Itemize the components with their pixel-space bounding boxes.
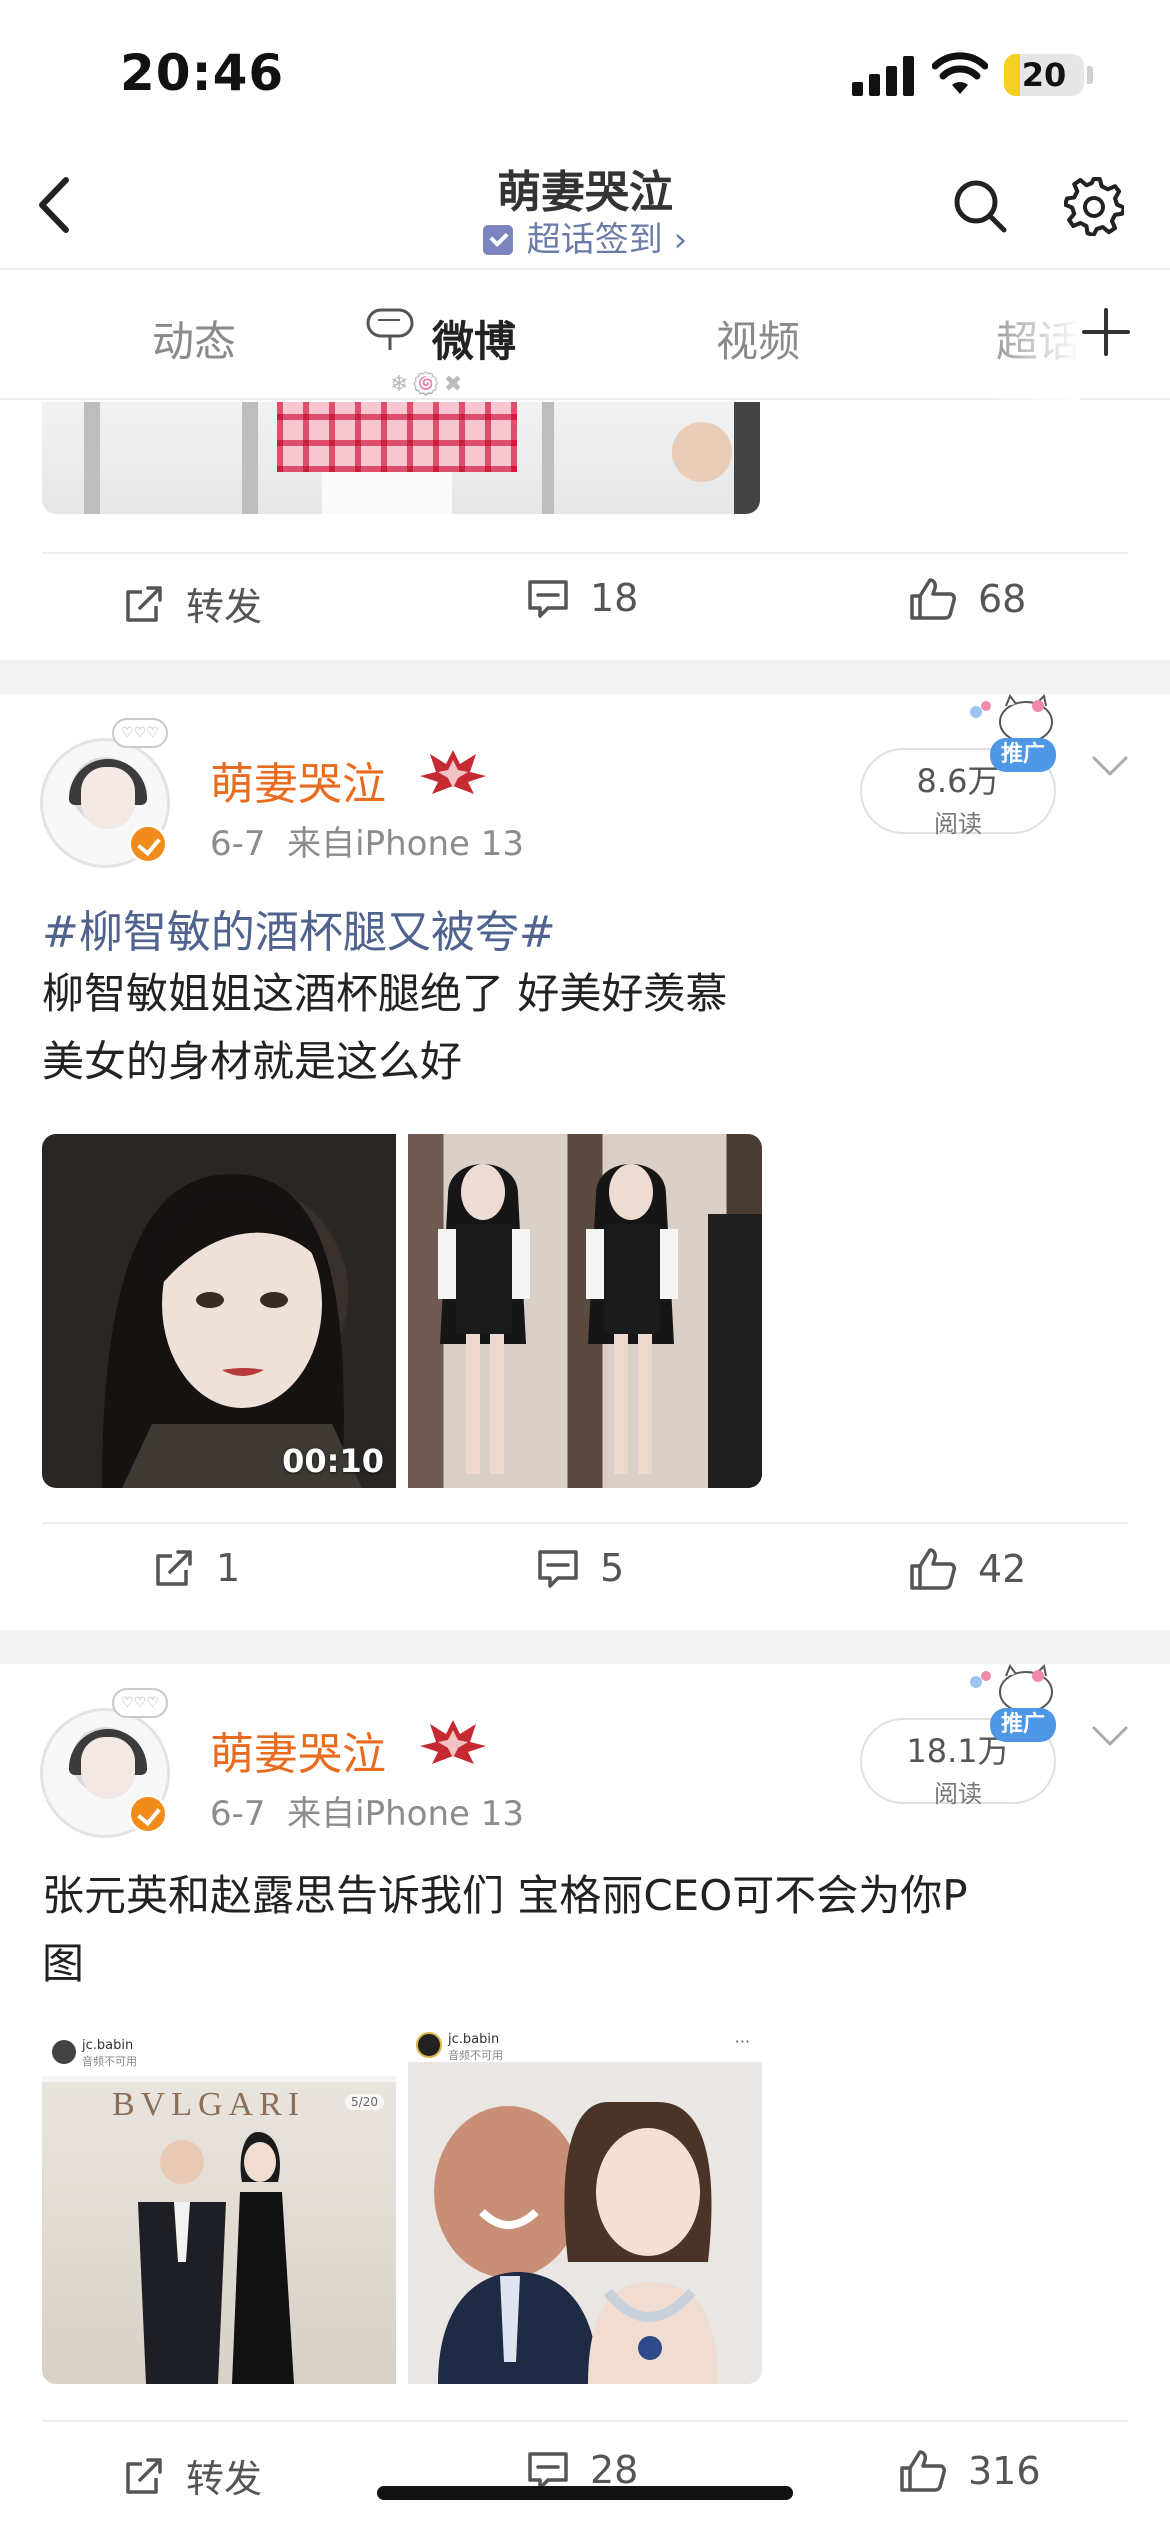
repost-label: 转发 (186, 585, 263, 629)
repost-label: 转发 (186, 2457, 263, 2501)
status-bar: 20:46 20 (0, 0, 1170, 150)
post-date: 6-7 (210, 824, 266, 864)
repost-button[interactable]: 转发 (122, 576, 262, 631)
repost-button[interactable]: 1 (152, 1546, 240, 1590)
verified-badge-icon (128, 1794, 168, 1834)
like-button[interactable]: 42 (908, 1546, 1026, 1592)
video-duration: 00:10 (282, 1442, 384, 1480)
avatar-decoration: ♡♡♡ (112, 718, 168, 748)
post-separator (0, 660, 1170, 694)
repost-count: 1 (216, 1546, 241, 1590)
battery-icon: 20 (1004, 54, 1084, 96)
tab-video[interactable]: 视频 (716, 308, 800, 369)
username[interactable]: 萌妻哭泣 (210, 748, 386, 812)
repost-icon (126, 585, 162, 622)
rank-badge-icon (420, 750, 486, 794)
comment-icon (528, 580, 568, 618)
thumbs-up-icon (910, 578, 956, 620)
promo-tag: 推广 (990, 738, 1056, 772)
post-date: 6-7 (210, 1794, 266, 1834)
chevron-down-icon[interactable] (1088, 750, 1132, 780)
tab-fade (980, 272, 1080, 400)
image-header: jc.babin 音频不可用 (448, 2032, 503, 2063)
image-account: jc.babin (448, 2032, 500, 2047)
post-image[interactable]: jc.babin 音频不可用 ··· (408, 2032, 762, 2384)
post-separator (0, 1630, 1170, 1664)
home-indicator[interactable] (377, 2486, 793, 2500)
gear-icon[interactable] (1064, 176, 1124, 236)
checkin-label: 超话签到 (526, 220, 663, 260)
read-label: 阅读 (934, 810, 982, 838)
event-illustration (138, 2132, 294, 2384)
post-image-partial[interactable] (42, 402, 760, 514)
image-caption: 音频不可用 (448, 2049, 503, 2062)
like-count: 68 (978, 577, 1027, 621)
rank-badge-icon (420, 1720, 486, 1764)
outfit-illustration (438, 1164, 762, 1488)
status-time: 20:46 (120, 44, 285, 102)
post-meta: 6-7 来自iPhone 13 (210, 816, 524, 865)
post-image[interactable] (408, 1134, 762, 1488)
like-button[interactable]: 68 (908, 576, 1026, 622)
cellular-signal-icon (852, 56, 914, 96)
post-image[interactable]: jc.babin 音频不可用 BVLGARI 5/20 (42, 2032, 396, 2384)
post-text-line: 美女的身材就是这么好 (42, 1037, 463, 1086)
divider (42, 552, 1128, 554)
avatar-decoration: ♡♡♡ (112, 1688, 168, 1718)
read-label: 阅读 (934, 1780, 982, 1808)
video-thumbnail[interactable]: 00:10 (42, 1134, 396, 1488)
image-account-avatar (416, 2032, 442, 2058)
wifi-icon (932, 52, 988, 94)
battery-level: 20 (1021, 56, 1067, 94)
username[interactable]: 萌妻哭泣 (210, 1718, 386, 1782)
selfie-illustration (408, 2062, 762, 2384)
promo-tag: 推广 (990, 1708, 1056, 1742)
tab-feed[interactable]: 动态 (152, 308, 236, 369)
thumbs-up-icon (900, 2450, 946, 2492)
comment-count: 18 (590, 576, 639, 620)
tab-weibo[interactable]: 微博 (432, 308, 516, 369)
repost-icon (156, 1550, 192, 1586)
thumbs-up-icon (910, 1548, 956, 1590)
comment-button[interactable]: 18 (526, 576, 638, 620)
divider (42, 1522, 1128, 1524)
comment-count: 5 (600, 1546, 625, 1590)
chevron-right-icon: › (673, 220, 688, 260)
search-icon[interactable] (950, 176, 1010, 236)
post-meta: 6-7 来自iPhone 13 (210, 1786, 524, 1835)
verified-badge-icon (128, 824, 168, 864)
topic-hashtag[interactable]: #柳智敏的酒杯腿又被夸# (42, 896, 556, 960)
calendar-check-icon (482, 225, 513, 255)
portrait-illustration (102, 1174, 362, 1488)
mailbox-sticker-icon (366, 308, 414, 350)
post-text-line: 张元英和赵露思告诉我们 宝格丽CEO可不会为你P (42, 1871, 968, 1920)
battery-tip (1087, 66, 1093, 84)
plus-icon[interactable] (1080, 306, 1132, 358)
chevron-down-icon[interactable] (1088, 1720, 1132, 1750)
like-count: 316 (968, 2449, 1041, 2493)
divider (42, 2420, 1128, 2422)
comment-button[interactable]: 5 (536, 1546, 624, 1590)
tab-decoration: ❄🍥✖ (390, 372, 467, 397)
comment-icon (538, 1550, 578, 1588)
post-text: 柳智敏姐姐这酒杯腿绝了 好美好羡慕 美女的身材就是这么好 (42, 960, 727, 1096)
like-count: 42 (978, 1547, 1027, 1591)
post-text: 张元英和赵露思告诉我们 宝格丽CEO可不会为你P 图 (42, 1862, 968, 1998)
tab-bar: 动态 微博 ❄🍥✖ 视频 超话 (0, 272, 1170, 400)
post-source: 来自iPhone 13 (287, 824, 525, 864)
like-button[interactable]: 316 (898, 2448, 1041, 2494)
more-icon: ··· (734, 2032, 750, 2051)
post-source: 来自iPhone 13 (287, 1794, 525, 1834)
post-text-line: 柳智敏姐姐这酒杯腿绝了 好美好羡慕 (42, 969, 728, 1018)
post-text-line: 图 (42, 1939, 85, 1988)
repost-icon (126, 2457, 162, 2494)
nav-header: 萌妻哭泣 超话签到 › (0, 150, 1170, 270)
repost-button[interactable]: 转发 (122, 2448, 262, 2503)
